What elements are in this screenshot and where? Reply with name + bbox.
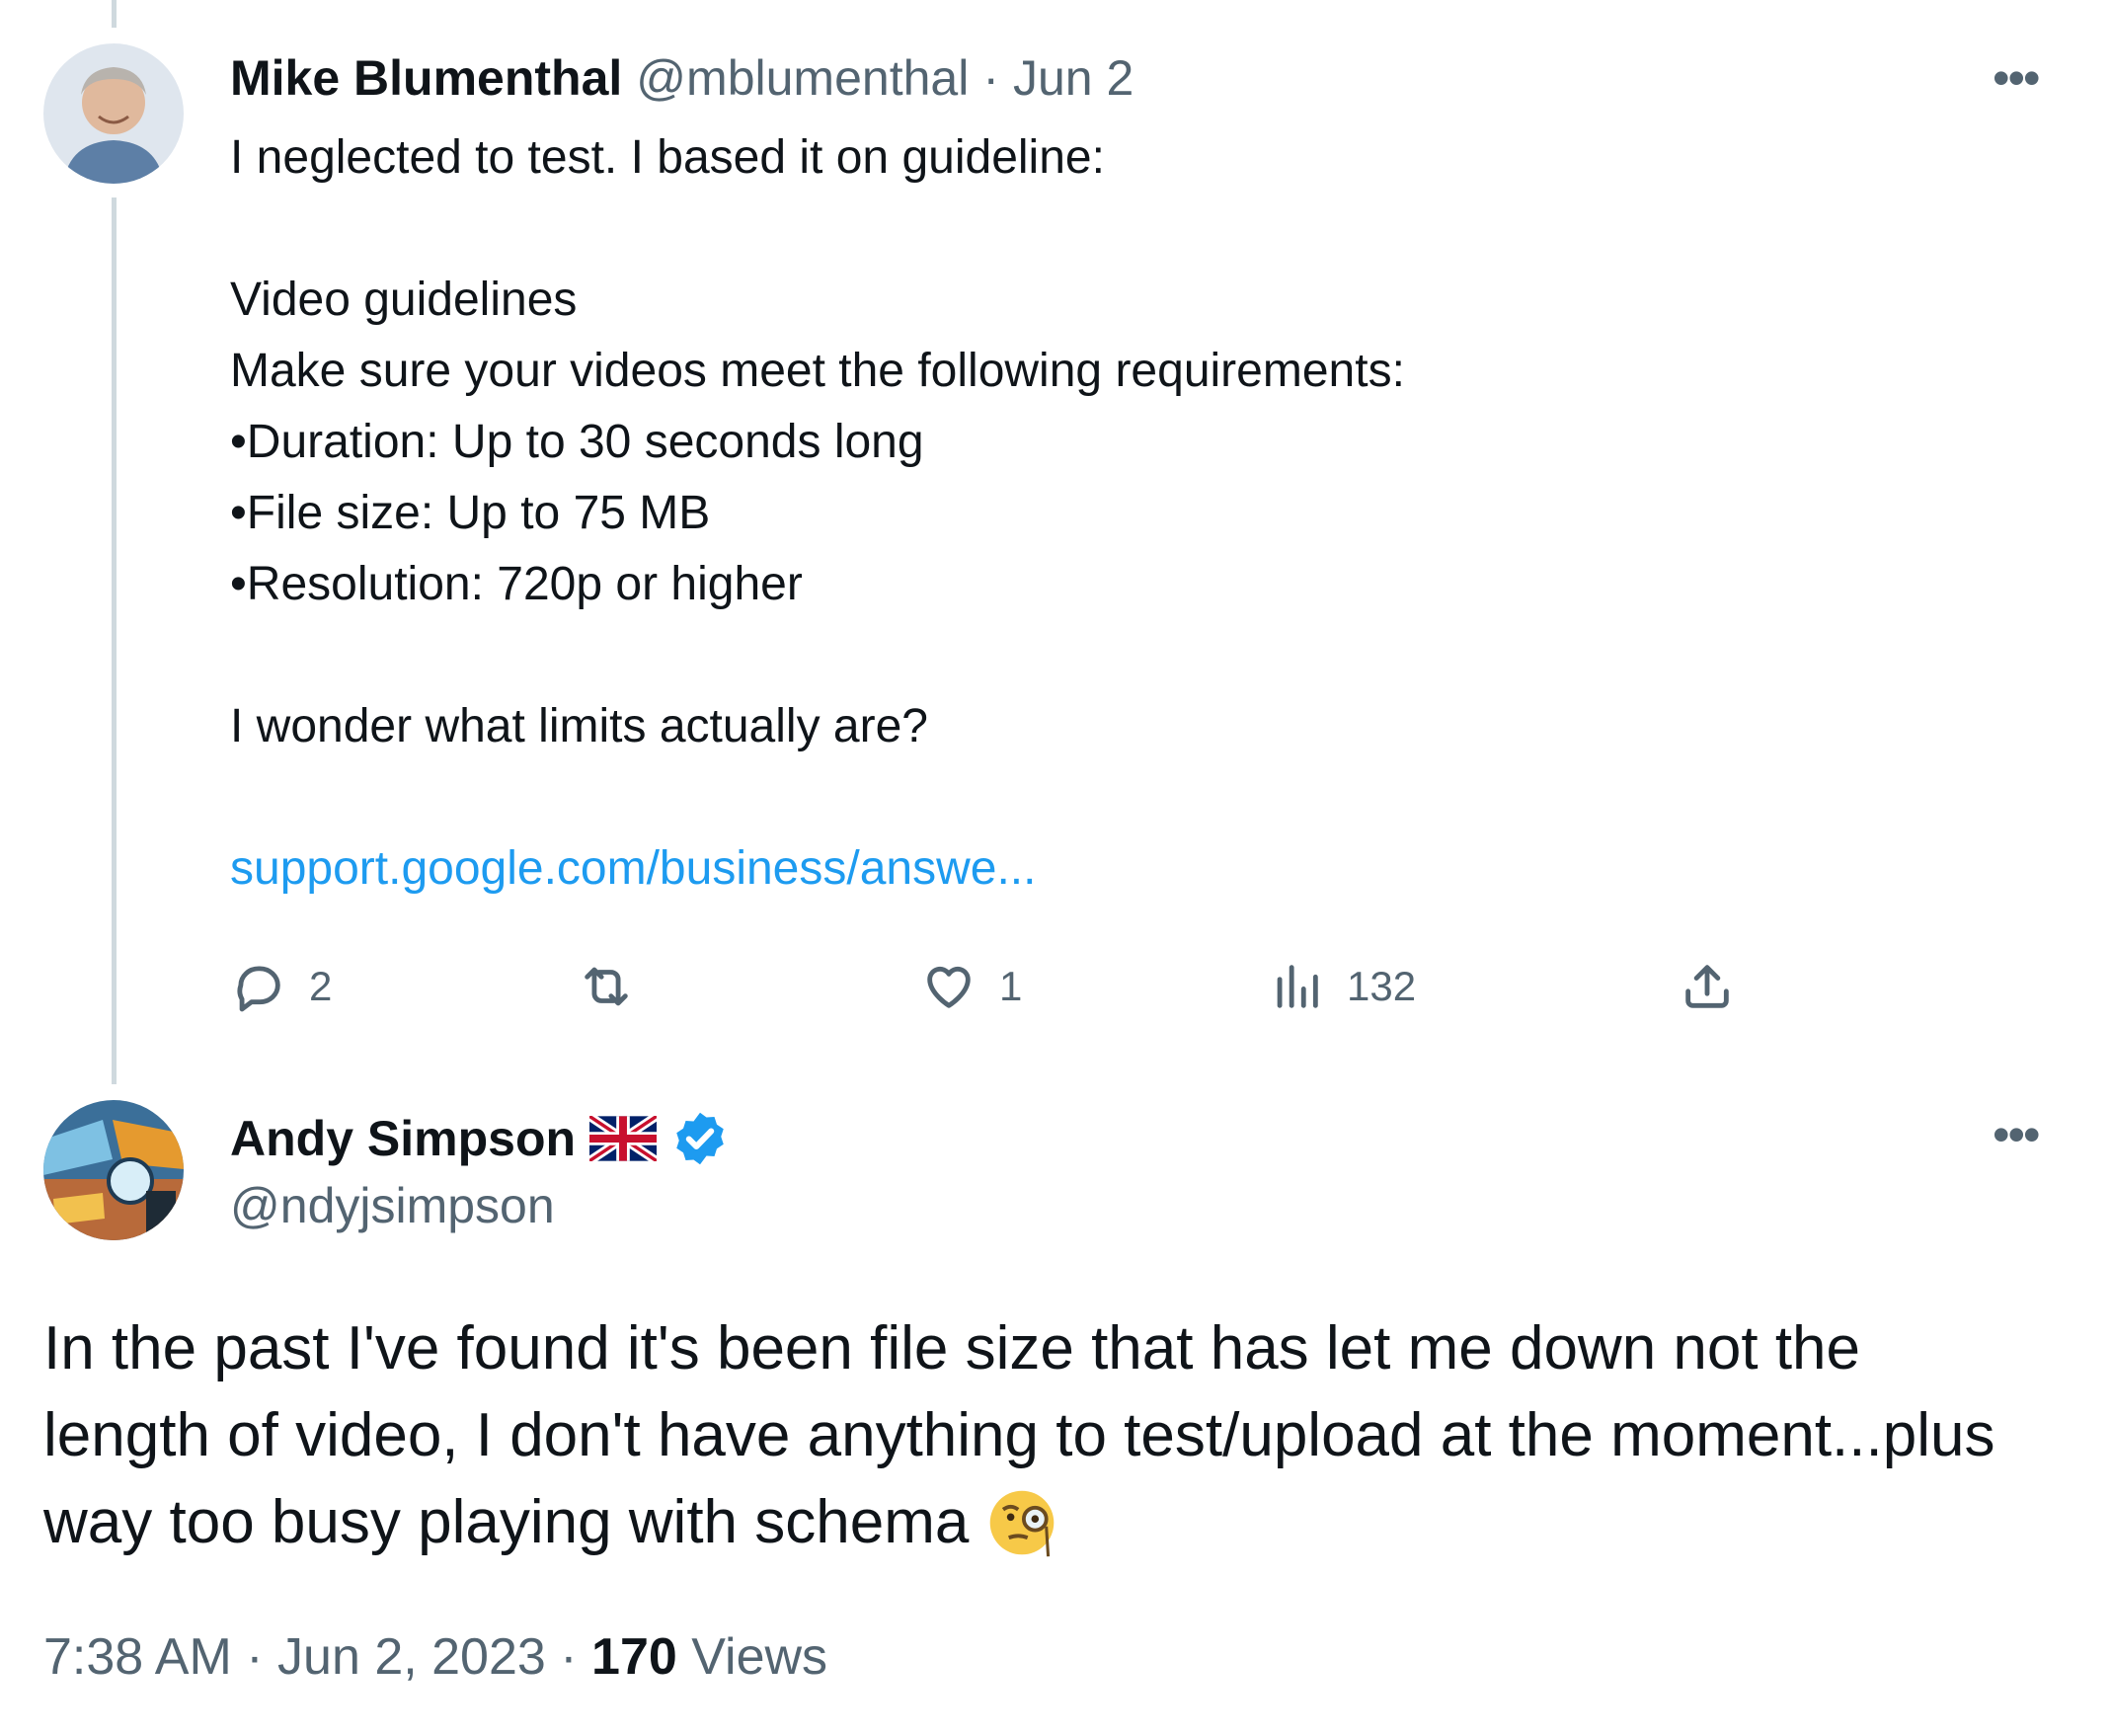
like-count: 1: [999, 963, 1023, 1009]
avatar[interactable]: [43, 1100, 184, 1240]
face-with-monocle-icon: [990, 1490, 1055, 1557]
separator-dot: ·: [982, 50, 999, 106]
tweet-line: Video guidelines: [230, 274, 578, 326]
separator-dot: ·: [560, 1628, 578, 1686]
thread-line-top: [112, 0, 117, 28]
tweet-line: •Duration: Up to 30 seconds long: [230, 416, 924, 468]
tweet-line: In the past I've found it's been file si…: [43, 1314, 1861, 1382]
share-icon: [1685, 965, 1729, 1008]
tweet-line: way too busy playing with schema: [43, 1479, 2077, 1566]
tweet-link[interactable]: support.google.com/business/answe...: [230, 833, 1036, 905]
tweet-date[interactable]: Jun 2: [1013, 49, 1134, 107]
author-handle[interactable]: @mblumenthal: [636, 49, 969, 107]
author-handle[interactable]: @ndyjsimpson: [230, 1177, 555, 1234]
retweet-icon: [585, 967, 628, 1006]
more-options-button[interactable]: •••: [1993, 53, 2040, 103]
reply-icon: [237, 966, 280, 1012]
author-name[interactable]: Andy Simpson: [230, 1110, 576, 1167]
tweet-meta: 7:38 AM · Jun 2, 2023 · 170 Views: [43, 1627, 827, 1687]
tweet-date[interactable]: Jun 2, 2023: [277, 1628, 546, 1686]
share-button[interactable]: [1679, 952, 1736, 1021]
tweet-line: I wonder what limits actually are?: [230, 700, 928, 752]
analytics-icon: [1277, 965, 1318, 1008]
like-button[interactable]: 1: [920, 952, 1022, 1021]
tweet-line: [230, 194, 2007, 265]
author-name[interactable]: Mike Blumenthal: [230, 49, 622, 107]
views-count: 170: [591, 1628, 677, 1686]
more-options-button[interactable]: •••: [1993, 1110, 2040, 1159]
retweet-button[interactable]: [578, 952, 657, 1021]
views-button[interactable]: 132: [1268, 952, 1416, 1021]
tweet-line: •Resolution: 720p or higher: [230, 558, 803, 610]
tweet-time[interactable]: 7:38 AM: [43, 1628, 232, 1686]
verified-badge-icon[interactable]: [670, 1109, 730, 1168]
reply-button[interactable]: 2: [230, 952, 332, 1021]
heart-icon: [927, 966, 971, 1008]
thread-line: [112, 197, 117, 1084]
tweet-text: In the past I've found it's been file si…: [43, 1305, 2077, 1566]
views-label: Views: [691, 1628, 828, 1686]
tweet-line: length of video, I don't have anything t…: [43, 1401, 1995, 1469]
uk-flag-icon: [589, 1116, 658, 1161]
reply-count: 2: [309, 963, 333, 1009]
views-count: 132: [1347, 963, 1417, 1009]
avatar[interactable]: [43, 43, 184, 184]
tweet-line: Make sure your videos meet the following…: [230, 345, 1405, 397]
tweet-line: [230, 620, 2007, 691]
tweet-line-text: way too busy playing with schema: [43, 1488, 970, 1556]
separator-dot: ·: [246, 1628, 264, 1686]
tweet-text: I neglected to test. I based it on guide…: [230, 122, 2007, 762]
tweet-line: •File size: Up to 75 MB: [230, 487, 711, 539]
tweet-line: I neglected to test. I based it on guide…: [230, 131, 1105, 184]
